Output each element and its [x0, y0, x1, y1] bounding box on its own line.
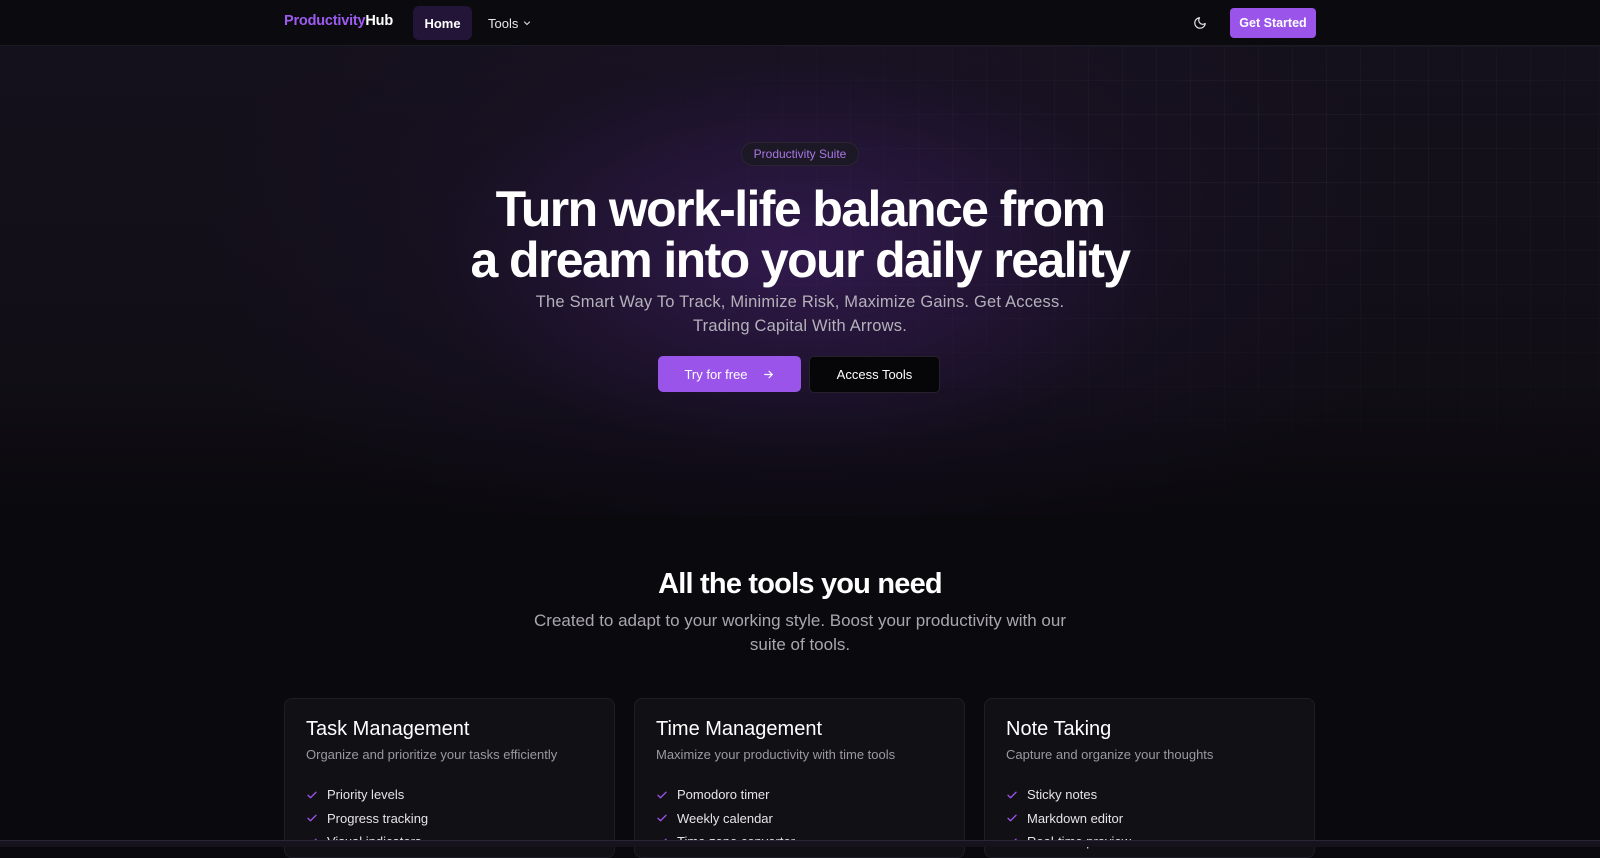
feature-item: Pomodoro timer — [656, 783, 943, 807]
card-description: Maximize your productivity with time too… — [656, 747, 896, 762]
try-for-free-label: Try for free — [684, 366, 748, 382]
feature-item: Sticky notes — [1006, 783, 1293, 807]
check-icon — [1007, 814, 1017, 822]
card-title: Note Taking — [1006, 718, 1112, 740]
check-icon — [657, 814, 667, 822]
feature-item: Priority levels — [306, 783, 593, 807]
access-tools-button[interactable]: Access Tools — [809, 356, 940, 393]
feature-label: Progress tracking — [327, 810, 429, 826]
try-for-free-button[interactable]: Try for free — [658, 356, 801, 392]
card-description: Capture and organize your thoughts — [1006, 747, 1214, 762]
check-icon — [657, 791, 667, 799]
tool-card-time-management[interactable]: Time Management Maximize your productivi… — [634, 698, 965, 858]
tools-section-title: All the tools you need — [658, 568, 943, 600]
hero-title: Turn work-life balance from a dream into… — [400, 184, 1200, 286]
check-icon — [307, 814, 317, 822]
moon-icon — [1194, 17, 1206, 29]
hero-title-line-2: a dream into your daily reality — [470, 232, 1132, 288]
tool-card-note-taking[interactable]: Note Taking Capture and organize your th… — [984, 698, 1315, 858]
check-icon — [307, 791, 317, 799]
nav-tools-dropdown[interactable]: Tools — [488, 6, 532, 40]
check-icon — [1007, 791, 1017, 799]
tool-card-task-management[interactable]: Task Management Organize and prioritize … — [284, 698, 615, 858]
tools-subtitle-line-1: Created to adapt to your working style. … — [534, 611, 1066, 630]
feature-label: Priority levels — [327, 787, 405, 803]
tools-subtitle-line-2: suite of tools. — [749, 635, 851, 654]
top-navbar: ProductivityHub Home Tools Get Started — [0, 0, 1600, 46]
feature-label: Markdown editor — [1027, 810, 1124, 826]
card-description: Organize and prioritize your tasks effic… — [306, 747, 558, 762]
feature-item: Weekly calendar — [656, 807, 943, 831]
get-started-button[interactable]: Get Started — [1230, 8, 1316, 38]
tools-section-subtitle: Created to adapt to your working style. … — [490, 609, 1110, 657]
hero-section: Productivity Suite Turn work-life balanc… — [0, 46, 1600, 516]
nav-tools-label: Tools — [488, 15, 519, 31]
feature-label: Sticky notes — [1027, 787, 1098, 803]
hero-badge: Productivity Suite — [741, 142, 859, 166]
logo-rest-text: Hub — [365, 13, 393, 29]
feature-item: Progress tracking — [306, 807, 593, 831]
hero-subtitle-line-2: Trading Capital With Arrows. — [692, 317, 908, 335]
feature-label: Weekly calendar — [677, 810, 773, 826]
nav-home-link[interactable]: Home — [413, 6, 472, 40]
feature-item: Markdown editor — [1006, 807, 1293, 831]
chevron-down-icon — [524, 21, 531, 26]
theme-toggle-button[interactable] — [1191, 14, 1209, 32]
logo[interactable]: ProductivityHub — [284, 13, 393, 29]
feature-label: Pomodoro timer — [677, 787, 770, 803]
hero-subtitle-line-1: The Smart Way To Track, Minimize Risk, M… — [535, 293, 1065, 311]
hero-title-line-1: Turn work-life balance from — [495, 181, 1106, 237]
card-title: Task Management — [306, 718, 470, 740]
hero-subtitle: The Smart Way To Track, Minimize Risk, M… — [470, 290, 1130, 338]
logo-accent-text: Productivity — [284, 13, 366, 29]
card-title: Time Management — [656, 718, 822, 740]
arrow-right-icon — [763, 370, 773, 378]
window-bottom-edge — [0, 840, 1600, 847]
